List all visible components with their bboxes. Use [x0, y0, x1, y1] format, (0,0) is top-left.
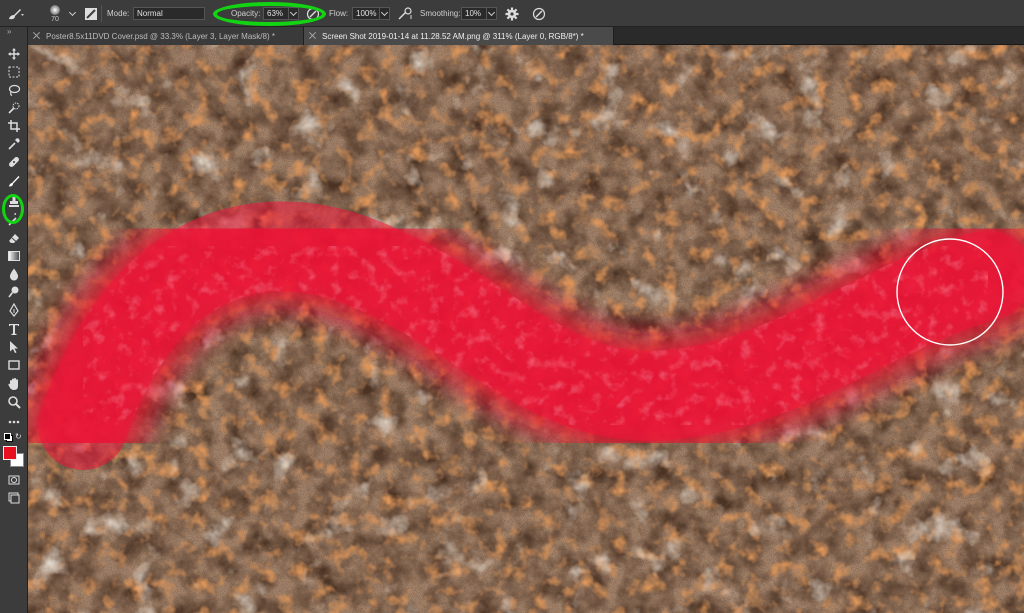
collapse-panel-icon[interactable]: »	[7, 27, 11, 36]
rectangle-icon[interactable]	[4, 357, 24, 373]
eyedropper-icon[interactable]	[4, 136, 24, 152]
quick-mask-icon[interactable]	[4, 472, 24, 488]
crop-icon[interactable]	[4, 118, 24, 134]
document-tab-bar: Poster8.5x11DVD Cover.psd @ 33.3% (Layer…	[28, 27, 1024, 45]
flow-dropdown[interactable]	[380, 7, 390, 20]
foreground-color-swatch[interactable]	[3, 446, 17, 460]
separator	[101, 5, 102, 22]
healing-icon[interactable]	[4, 154, 24, 170]
mode-select[interactable]: Normal	[133, 0, 205, 27]
chevron-down-icon	[289, 8, 298, 17]
move-icon[interactable]	[4, 46, 24, 62]
brush-settings-panel-icon[interactable]	[84, 0, 98, 27]
path-select-icon[interactable]	[4, 339, 24, 355]
opacity-dropdown[interactable]	[289, 7, 299, 20]
mode-label: Mode:	[107, 9, 130, 18]
more-tools-icon[interactable]	[4, 414, 24, 430]
tab-label: Poster8.5x11DVD Cover.psd @ 33.3% (Layer…	[46, 31, 275, 41]
flow-input[interactable]: 100%	[352, 0, 390, 27]
smoothing-input[interactable]: 10%	[461, 0, 497, 27]
smoothing-label: Smoothing:	[420, 9, 461, 18]
history-brush-icon[interactable]	[4, 212, 24, 228]
tab-screenshot-document[interactable]: Screen Shot 2019-01-14 at 11.28.52 AM.pn…	[304, 27, 614, 45]
default-colors-icon[interactable]	[4, 433, 13, 442]
brush-size-picker[interactable]: 70	[50, 0, 60, 27]
opacity-input[interactable]: 63%	[263, 0, 299, 27]
marquee-icon[interactable]	[4, 64, 24, 80]
opacity-label: Opacity:	[231, 9, 261, 18]
tools-panel: » ↻	[0, 27, 28, 613]
gear-icon[interactable]	[505, 0, 519, 27]
mode-value: Normal	[133, 7, 205, 20]
zoom-icon[interactable]	[4, 394, 24, 410]
screen-mode-icon[interactable]	[4, 490, 24, 506]
tab-poster-document[interactable]: Poster8.5x11DVD Cover.psd @ 33.3% (Layer…	[28, 27, 304, 45]
brush-tip-icon	[50, 4, 60, 15]
chevron-down-icon	[487, 8, 496, 17]
pressure-size-icon[interactable]	[532, 0, 546, 27]
rust-texture-image	[28, 45, 1024, 613]
brush-size-value: 70	[51, 15, 59, 23]
dodge-icon[interactable]	[4, 284, 24, 300]
chevron-down-icon	[68, 8, 77, 17]
type-icon[interactable]	[4, 321, 24, 337]
brush-icon[interactable]	[4, 173, 24, 189]
swap-colors-icon[interactable]: ↻	[15, 432, 22, 441]
quick-select-icon[interactable]	[4, 100, 24, 116]
pen-icon[interactable]	[4, 302, 24, 318]
smoothing-dropdown[interactable]	[487, 7, 497, 20]
gradient-icon[interactable]	[4, 248, 24, 264]
smoothing-value: 10%	[461, 7, 487, 20]
chevron-down-icon	[380, 8, 389, 17]
airbrush-icon[interactable]	[397, 0, 413, 27]
document-canvas[interactable]	[28, 45, 1024, 613]
flow-value: 100%	[352, 7, 380, 20]
pressure-opacity-icon[interactable]	[306, 0, 320, 27]
eraser-icon[interactable]	[4, 230, 24, 246]
lasso-icon[interactable]	[4, 82, 24, 98]
brush-tool-preset-icon[interactable]	[6, 0, 26, 27]
options-bar: 70 Mode: Normal Opacity: 63% Flow: 100% …	[0, 0, 1024, 27]
clone-stamp-icon[interactable]	[4, 194, 24, 210]
hand-icon[interactable]	[4, 376, 24, 392]
brush-picker-dropdown[interactable]	[68, 0, 77, 27]
close-icon[interactable]	[308, 31, 318, 41]
tab-label: Screen Shot 2019-01-14 at 11.28.52 AM.pn…	[322, 31, 584, 41]
flow-label: Flow:	[329, 9, 349, 18]
opacity-value: 63%	[263, 7, 289, 20]
blur-icon[interactable]	[4, 266, 24, 282]
close-icon[interactable]	[32, 31, 42, 41]
